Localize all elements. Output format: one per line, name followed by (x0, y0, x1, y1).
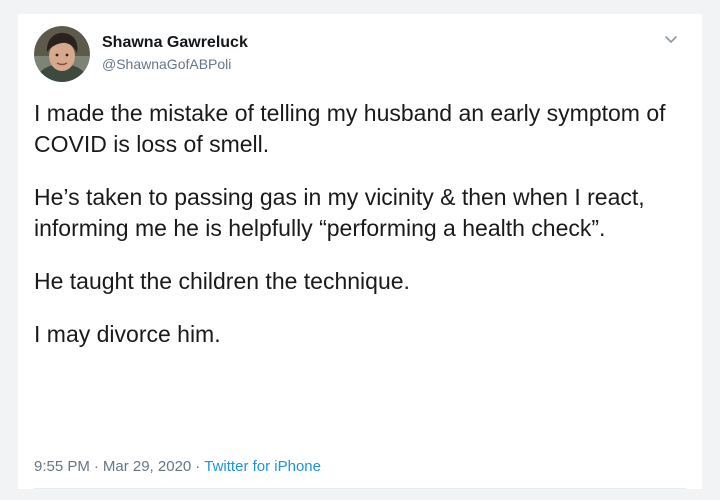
tweet-paragraph-3: He taught the children the technique. (34, 268, 410, 294)
meta-separator: · (93, 458, 99, 475)
tweet-time[interactable]: 9:55 PM (34, 458, 90, 475)
tweet-text: I made the mistake of telling my husband… (34, 98, 684, 372)
avatar-image (34, 26, 90, 82)
tweet-source-link[interactable]: Twitter for iPhone (204, 458, 321, 475)
tweet-date[interactable]: Mar 29, 2020 (103, 458, 191, 475)
meta-separator: · (195, 458, 201, 475)
author-names: Shawna Gawreluck @ShawnaGofABPoli (102, 33, 248, 73)
divider (34, 488, 686, 489)
tweet-card: Shawna Gawreluck @ShawnaGofABPoli I made… (18, 14, 702, 489)
tweet-metadata: 9:55 PM · Mar 29, 2020 · Twitter for iPhone (34, 458, 321, 475)
author-display-name[interactable]: Shawna Gawreluck (102, 33, 248, 53)
tweet-paragraph-2: He’s taken to passing gas in my vicinity… (34, 184, 645, 241)
tweet-paragraph-4: I may divorce him. (34, 321, 221, 347)
tweet-paragraph-1: I made the mistake of telling my husband… (34, 100, 666, 157)
author-handle[interactable]: @ShawnaGofABPoli (102, 55, 248, 73)
avatar[interactable] (34, 26, 90, 82)
chevron-down-icon[interactable] (662, 30, 680, 48)
tweet-header: Shawna Gawreluck @ShawnaGofABPoli (34, 26, 686, 84)
